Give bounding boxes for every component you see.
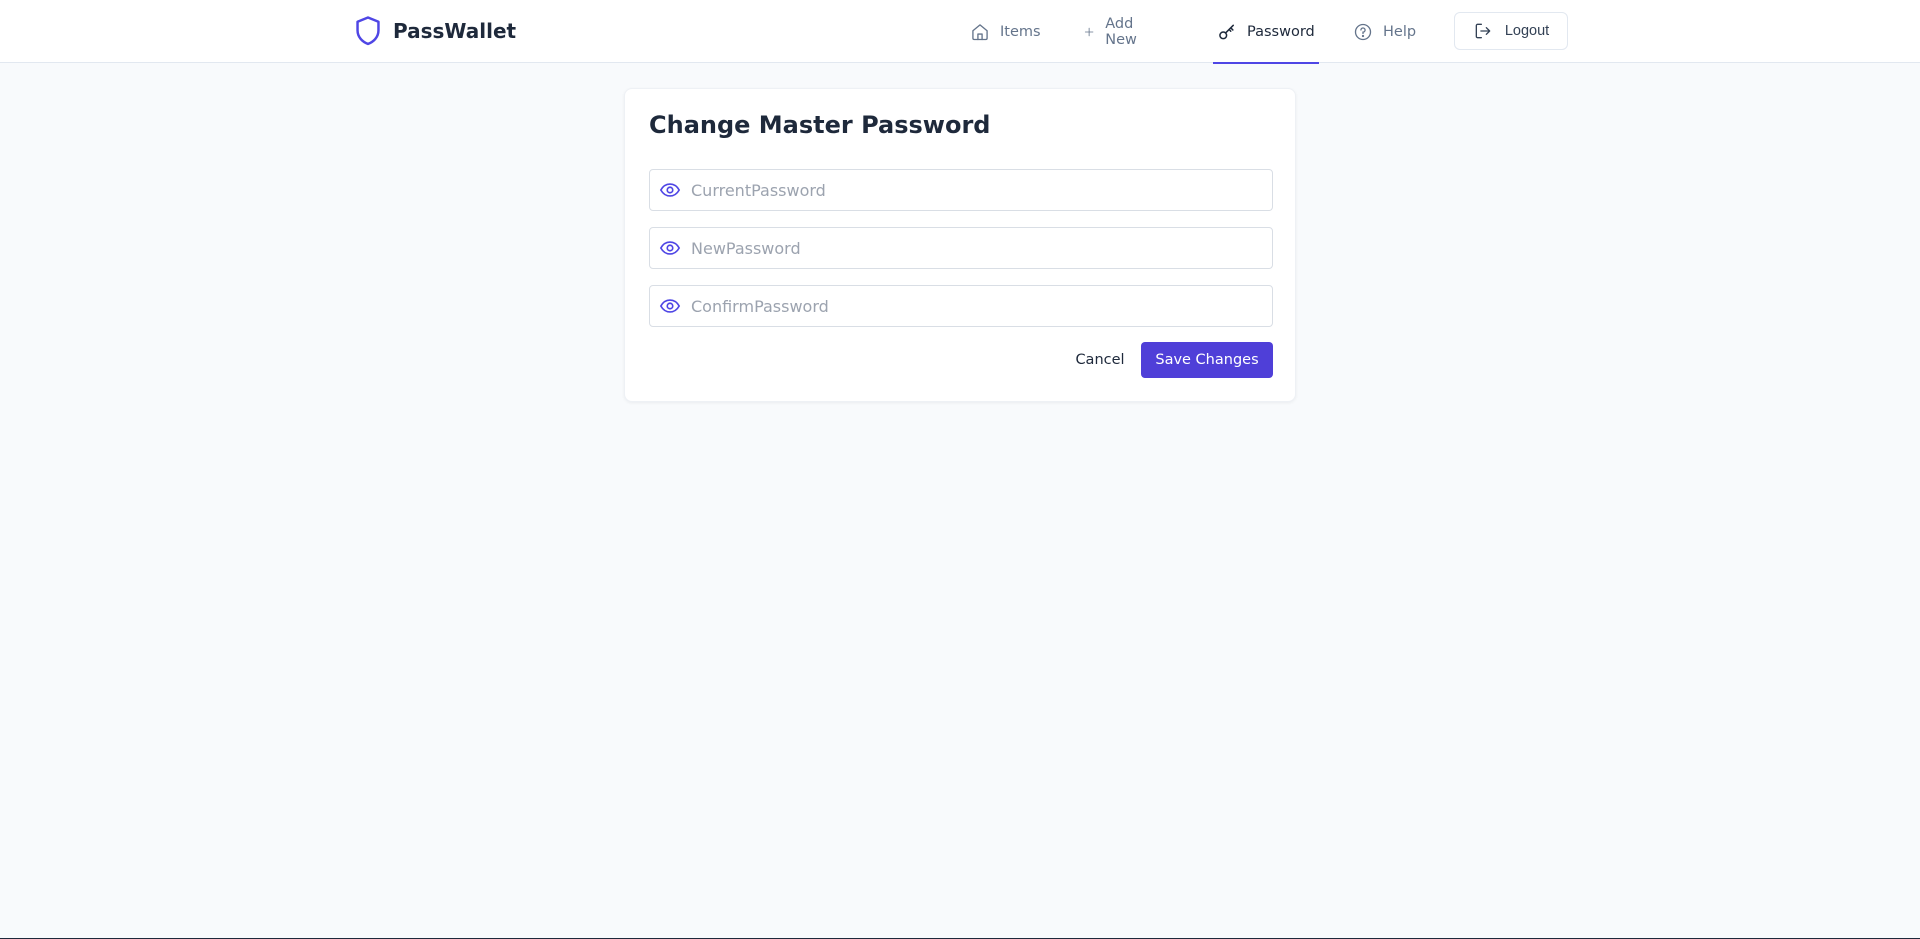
nav-item-add-new[interactable]: Add New [1083,0,1145,63]
nav-item-items[interactable]: Items [970,0,1041,63]
new-password-input[interactable] [691,229,1261,267]
brand-logo[interactable]: PassWallet [353,14,516,48]
logout-button[interactable]: Logout [1454,12,1568,50]
save-changes-button[interactable]: Save Changes [1141,342,1273,378]
top-nav-bar: PassWallet Items Add New Password Help L… [0,0,1920,64]
eye-icon[interactable] [659,179,681,201]
help-circle-icon [1354,23,1372,40]
current-password-input[interactable] [691,171,1261,209]
nav-item-label: Help [1383,23,1417,40]
confirm-password-input[interactable] [691,287,1261,325]
nav-item-label: Items [1000,23,1041,40]
home-icon [972,23,988,40]
nav-item-label: Add New [1105,15,1137,48]
nav-item-help[interactable]: Help [1353,0,1416,63]
shield-icon [356,16,380,46]
confirm-password-field [649,285,1273,327]
nav-item-password[interactable]: Password [1213,0,1319,64]
change-password-card: Change Master Password Cancel Save Chang… [624,88,1296,402]
logout-label: Logout [1504,23,1550,39]
eye-icon[interactable] [659,295,681,317]
logout-icon [1475,23,1491,39]
plus-icon [1084,27,1094,36]
page-title: Change Master Password [649,111,991,139]
nav-item-label: Password [1247,23,1315,40]
new-password-field [649,227,1273,269]
cancel-button[interactable]: Cancel [1059,342,1141,378]
brand-name: PassWallet [393,19,517,43]
eye-icon[interactable] [659,237,681,259]
current-password-field [649,169,1273,211]
key-icon [1219,24,1234,39]
